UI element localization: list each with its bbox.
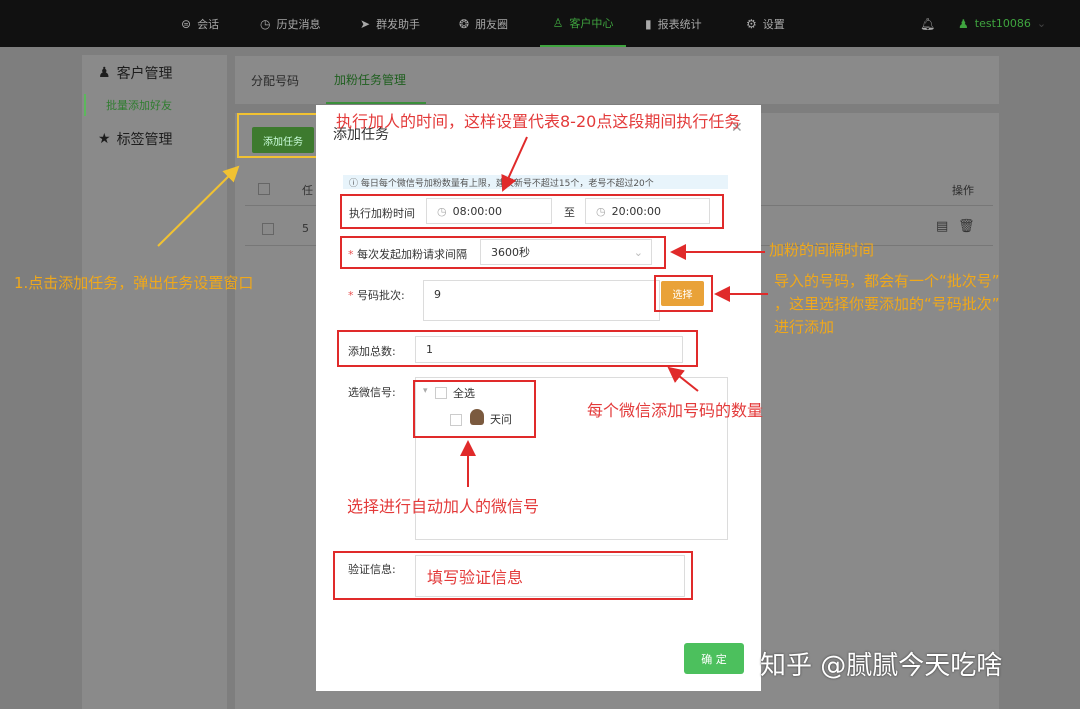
watermark: 知乎 @腻腻今天吃啥 <box>760 651 1003 681</box>
arrow-total <box>667 366 699 392</box>
interval-annotation: 加粉的间隔时间 <box>769 241 875 259</box>
arrow-add-task <box>157 165 240 247</box>
annotation-arrows <box>157 136 768 487</box>
batch-annotation-1: 导入的号码，都会有一个“批次号” <box>774 272 1000 290</box>
wechat-annotation: 选择进行自动加人的微信号 <box>347 497 540 516</box>
arrow-exec-time <box>501 136 528 192</box>
add-task-annotation: 1.点击添加任务，弹出任务设置窗口 <box>14 274 254 292</box>
batch-annotation-3: 进行添加 <box>774 318 835 336</box>
exec-time-annotation: 执行加人的时间，这样设置代表8-20点这段期间执行任务 <box>336 112 741 131</box>
batch-annotation-2: ，这里选择你要添加的“号码批次” <box>774 295 1000 313</box>
total-annotation: 每个微信添加号码的数量 <box>587 401 764 420</box>
